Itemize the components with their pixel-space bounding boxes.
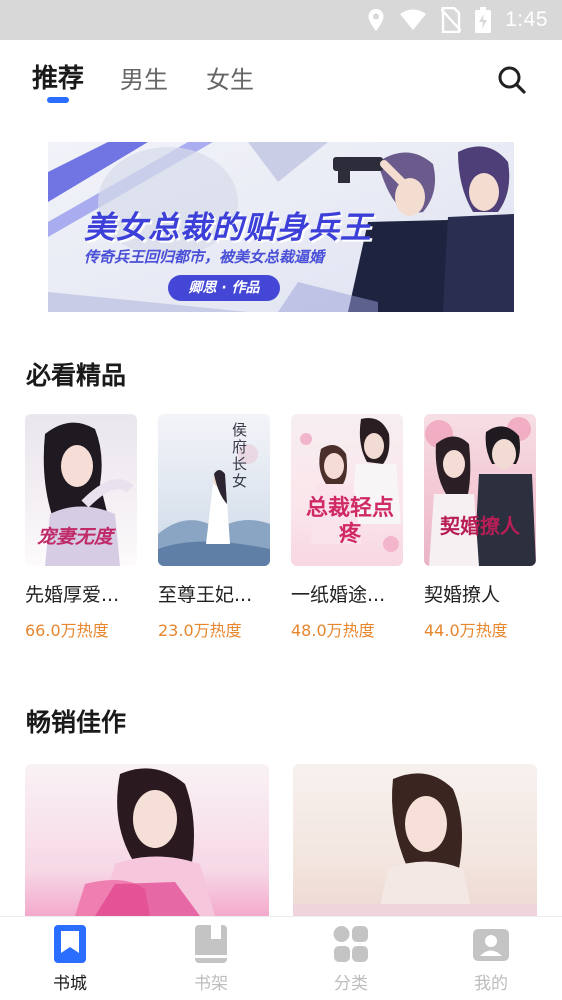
nav-profile[interactable]: 我的 [451, 925, 531, 994]
book-card[interactable]: 宠妻无度 先婚厚爱... 66.0万热度 [25, 414, 137, 641]
bottom-nav: 书城 书架 分类 我的 [0, 916, 562, 1000]
promo-banner[interactable]: 美女总裁的贴身兵王 传奇兵王回归都市，被美女总裁逼婚 卿思 · 作品 [48, 142, 514, 312]
battery-charging-icon [475, 7, 492, 33]
section-title-bestsellers: 畅销佳作 [26, 708, 127, 737]
book-cover: 契婚撩人 [424, 414, 536, 566]
tab-female[interactable]: 女生 [206, 60, 254, 95]
book-title: 一纸婚途... [291, 584, 386, 606]
book-cover-title: 侯府长女 [232, 421, 248, 490]
location-icon [368, 9, 384, 31]
bestseller-cover-art [75, 768, 215, 916]
banner-title: 美女总裁的贴身兵王 [84, 210, 372, 246]
clock: 1:45 [505, 8, 548, 31]
no-sim-icon [441, 7, 462, 33]
book-card[interactable]: 总裁轻点疼 一纸婚途... 48.0万热度 [291, 414, 403, 641]
nav-label: 书架 [194, 974, 228, 994]
search-icon[interactable] [496, 64, 528, 96]
book-title: 至尊王妃... [158, 584, 253, 606]
nav-categories[interactable]: 分类 [311, 925, 391, 994]
grid-icon [333, 926, 368, 962]
book-heat: 23.0万热度 [158, 621, 242, 640]
nav-label: 我的 [474, 974, 508, 994]
bookmark-icon [54, 925, 86, 963]
book-cover-title: 宠妻无度 [37, 526, 114, 548]
book-card[interactable]: 契婚撩人 契婚撩人 44.0万热度 [424, 414, 536, 641]
user-icon [473, 929, 509, 961]
book-cover: 侯府长女 [158, 414, 270, 566]
top-tabs: 推荐 男生 女生 [0, 40, 562, 120]
book-cover: 宠妻无度 [25, 414, 137, 566]
nav-bookshelf[interactable]: 书架 [171, 925, 251, 994]
banner-author-badge: 卿思 · 作品 [168, 275, 280, 301]
nav-bookstore[interactable]: 书城 [30, 925, 110, 994]
section-title-must-read: 必看精品 [26, 361, 127, 390]
book-cover: 总裁轻点疼 [291, 414, 403, 566]
book-title: 契婚撩人 [424, 584, 501, 606]
nav-label: 分类 [334, 974, 368, 994]
book-cover-title: 契婚撩人 [440, 514, 520, 538]
bestseller-cover-art [293, 773, 537, 916]
active-tab-indicator [47, 97, 69, 103]
status-bar: 1:45 [0, 0, 562, 40]
tab-recommended[interactable]: 推荐 [32, 58, 84, 95]
book-icon [195, 925, 227, 963]
book-title: 先婚厚爱... [25, 584, 120, 606]
book-cover-title: 总裁轻点疼 [305, 496, 394, 547]
tab-male[interactable]: 男生 [120, 60, 168, 95]
wifi-icon [400, 9, 427, 30]
bestseller-cover[interactable] [293, 764, 537, 916]
book-heat: 44.0万热度 [424, 621, 508, 640]
bestseller-cover[interactable] [25, 764, 269, 916]
banner-subtitle: 传奇兵王回归都市，被美女总裁逼婚 [84, 248, 325, 266]
book-card[interactable]: 侯府长女 至尊王妃... 23.0万热度 [158, 414, 270, 641]
book-heat: 66.0万热度 [25, 621, 109, 640]
book-heat: 48.0万热度 [291, 621, 375, 640]
nav-label: 书城 [53, 974, 87, 994]
